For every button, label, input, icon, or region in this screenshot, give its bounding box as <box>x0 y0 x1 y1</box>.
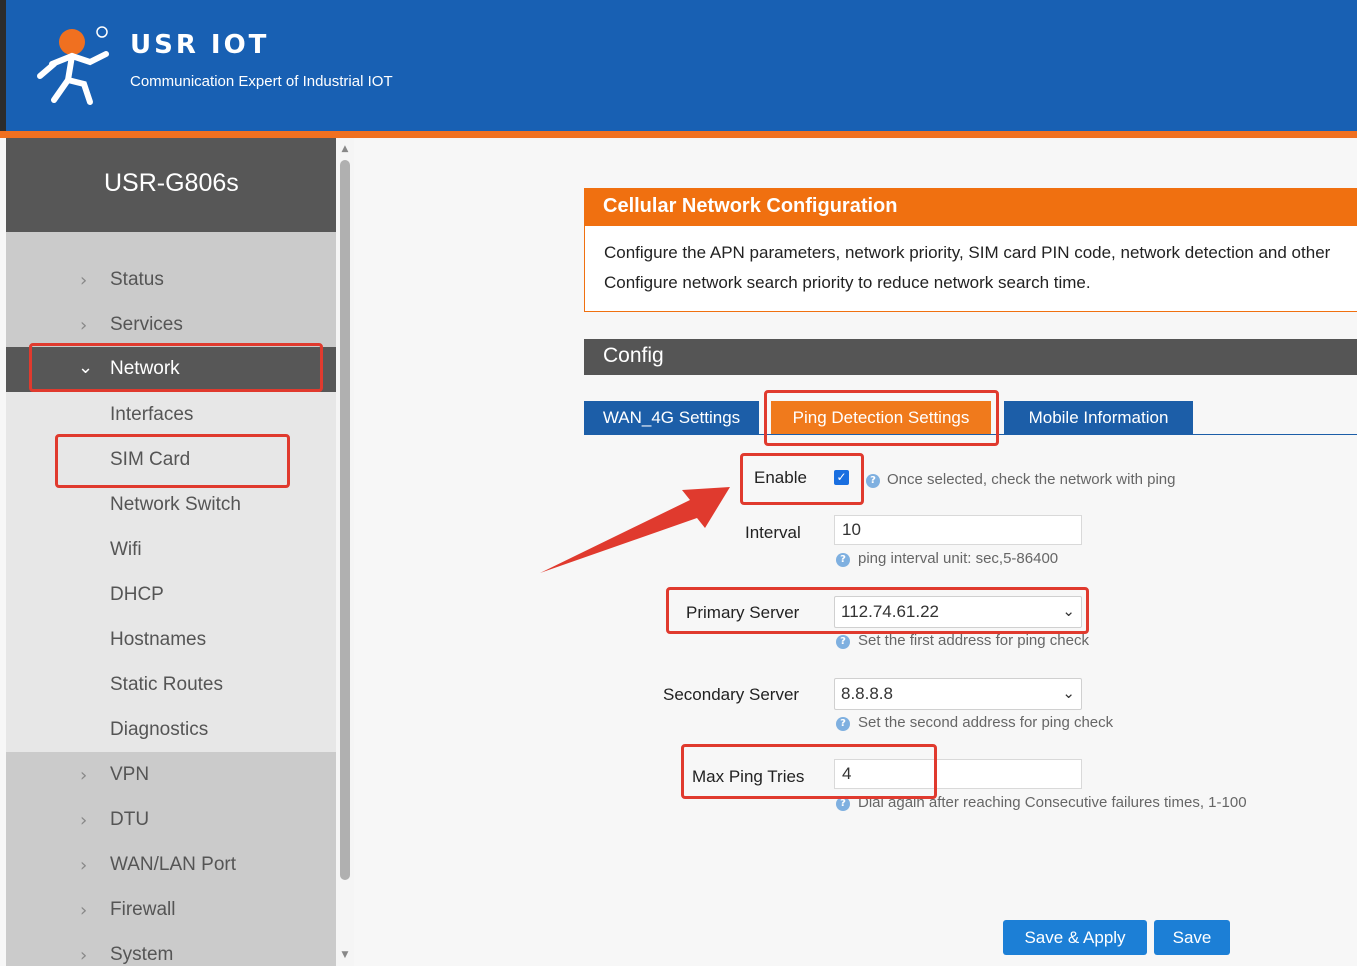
help-icon: ? <box>836 553 850 567</box>
sidebar-item-services[interactable]: › Services <box>6 303 336 348</box>
save-button[interactable]: Save <box>1154 920 1230 955</box>
sidebar-item-label: VPN <box>110 764 150 785</box>
sidebar-subitem-label: Diagnostics <box>110 719 209 740</box>
brand-tagline: Communication Expert of Industrial IOT <box>130 73 393 90</box>
header-bar: USR IOT Communication Expert of Industri… <box>0 0 1357 131</box>
tab-wan-4g-settings[interactable]: WAN_4G Settings <box>584 401 759 435</box>
chevron-right-icon: › <box>80 855 88 876</box>
annotation-box-sim-card <box>55 434 290 488</box>
annotation-box-primary-server <box>666 587 1089 634</box>
sidebar-subitem-label: Interfaces <box>110 404 194 425</box>
card-title: Cellular Network Configuration <box>603 195 898 217</box>
help-icon: ? <box>836 635 850 649</box>
chevron-right-icon: › <box>80 315 88 336</box>
sidebar-subitem-label: Network Switch <box>110 494 241 515</box>
secondary-server-help-text: Set the second address for ping check <box>858 714 1114 731</box>
sidebar-item-status[interactable]: › Status <box>6 258 336 303</box>
sidebar-subitem-dhcp[interactable]: DHCP <box>6 573 336 618</box>
sidebar-item-system[interactable]: › System <box>6 933 336 966</box>
annotation-box-ping-tab <box>764 390 999 446</box>
save-apply-button[interactable]: Save & Apply <box>1003 920 1147 955</box>
interval-input[interactable]: 10 <box>834 515 1082 545</box>
header-accent-stripe <box>0 131 1357 138</box>
sidebar-header: USR-G806s <box>6 138 336 232</box>
sidebar-subitem-wifi[interactable]: Wifi <box>6 528 336 573</box>
sidebar-item-dtu[interactable]: › DTU <box>6 798 336 843</box>
sidebar-scrollbar[interactable]: ▲ ▼ <box>336 138 354 966</box>
interval-label: Interval <box>745 523 801 542</box>
sidebar-item-label: Status <box>110 269 164 290</box>
chevron-right-icon: › <box>80 900 88 921</box>
sidebar-subitem-label: Hostnames <box>110 629 207 650</box>
annotation-box-network <box>29 343 323 392</box>
sidebar-subitem-label: DHCP <box>110 584 164 605</box>
secondary-server-value: 8.8.8.8 <box>841 684 893 703</box>
sidebar-item-label: System <box>110 944 174 965</box>
config-section-header: Config <box>584 339 1357 375</box>
chevron-right-icon: › <box>80 945 88 966</box>
sidebar-item-label: Firewall <box>110 899 176 920</box>
sidebar-subitem-interfaces[interactable]: Interfaces <box>6 393 336 438</box>
tab-mobile-information[interactable]: Mobile Information <box>1004 401 1193 435</box>
scroll-thumb[interactable] <box>340 160 350 880</box>
sidebar-subitem-static-routes[interactable]: Static Routes <box>6 663 336 708</box>
sidebar-item-label: DTU <box>110 809 150 830</box>
enable-help-text: Once selected, check the network with pi… <box>887 471 1176 488</box>
brand-title: USR IOT <box>130 30 270 60</box>
primary-server-help-text: Set the first address for ping check <box>858 632 1089 649</box>
sidebar-subitem-hostnames[interactable]: Hostnames <box>6 618 336 663</box>
chevron-right-icon: › <box>80 270 88 291</box>
annotation-box-max-ping <box>681 744 937 799</box>
help-icon: ? <box>866 474 880 488</box>
sidebar-item-label: Services <box>110 314 183 335</box>
config-title: Config <box>603 344 664 367</box>
chevron-right-icon: › <box>80 810 88 831</box>
card-description-line: Configure network search priority to red… <box>604 273 1091 292</box>
help-icon: ? <box>836 717 850 731</box>
card-title-bar: Cellular Network Configuration <box>584 188 1357 226</box>
sidebar-subitem-diagnostics[interactable]: Diagnostics <box>6 708 336 753</box>
card-description-line: Configure the APN parameters, network pr… <box>604 243 1331 262</box>
device-name: USR-G806s <box>104 169 239 197</box>
sidebar-subitem-label: Wifi <box>110 539 142 560</box>
sidebar-subitem-network-switch[interactable]: Network Switch <box>6 483 336 528</box>
scroll-down-icon[interactable]: ▼ <box>340 950 350 960</box>
sidebar-item-label: WAN/LAN Port <box>110 854 236 875</box>
chevron-down-icon: ⌄ <box>1062 685 1075 702</box>
sidebar: USR-G806s › Status › Services ⌄ Network … <box>6 138 336 966</box>
annotation-box-enable <box>740 453 864 505</box>
sidebar-item-firewall[interactable]: › Firewall <box>6 888 336 933</box>
chevron-right-icon: › <box>80 765 88 786</box>
secondary-server-select[interactable]: 8.8.8.8 ⌄ <box>834 678 1082 710</box>
card-description: Configure the APN parameters, network pr… <box>584 226 1357 312</box>
sidebar-item-wan-lan-port[interactable]: › WAN/LAN Port <box>6 843 336 888</box>
usr-iot-logo-icon <box>37 26 109 105</box>
sidebar-subitem-label: Static Routes <box>110 674 223 695</box>
secondary-server-label: Secondary Server <box>663 685 800 704</box>
interval-help-text: ping interval unit: sec,5-86400 <box>858 550 1059 567</box>
help-icon: ? <box>836 797 850 811</box>
scroll-up-icon[interactable]: ▲ <box>340 144 350 154</box>
sidebar-item-vpn[interactable]: › VPN <box>6 753 336 798</box>
